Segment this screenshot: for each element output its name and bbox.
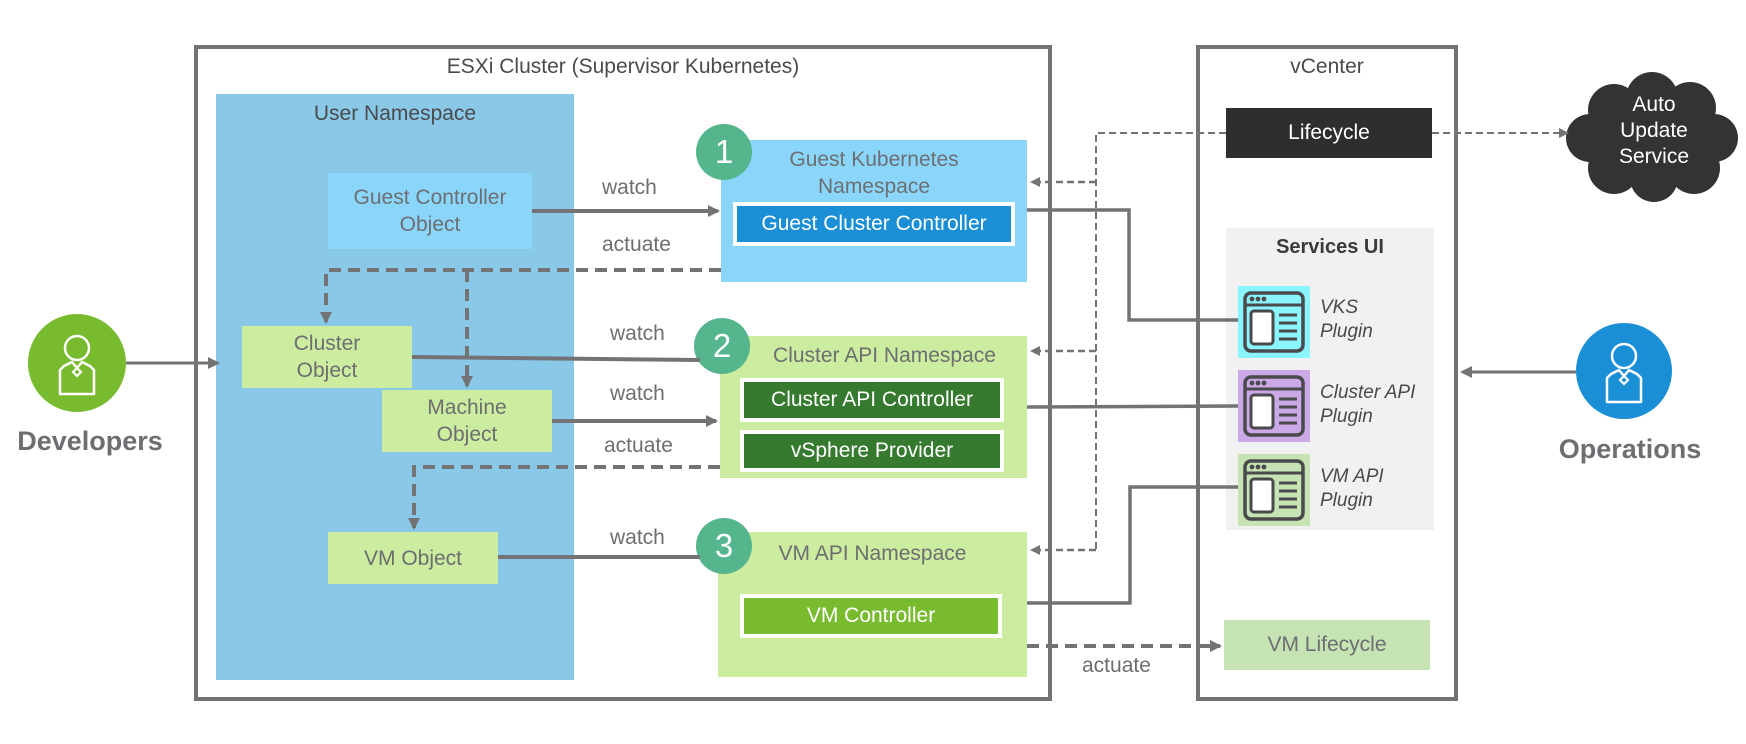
namespace-title-line: Namespace xyxy=(817,175,931,198)
developers-label: Developers xyxy=(17,426,163,456)
plugin-label-line: Cluster API xyxy=(1320,382,1416,403)
machine-object[interactable]: Machine Object xyxy=(382,390,552,452)
user-icon xyxy=(58,334,96,396)
lifecycle-box[interactable]: Lifecycle xyxy=(1226,108,1432,158)
plugin-label-vm-api: VM API Plugin xyxy=(1320,465,1384,513)
plugin-label-cluster-api: Cluster API Plugin xyxy=(1320,381,1415,429)
object-label-line: Object xyxy=(296,359,358,382)
services-ui-title: Services UI xyxy=(1276,236,1384,258)
guest-cluster-controller[interactable]: Guest Cluster Controller xyxy=(733,202,1015,246)
vsphere-provider[interactable]: vSphere Provider xyxy=(740,430,1004,472)
edge-label-watch: watch xyxy=(610,382,665,405)
cluster-api-controller[interactable]: Cluster API Controller xyxy=(740,378,1004,422)
guest-controller-object[interactable]: Guest Controller Object xyxy=(328,173,532,249)
plugin-label-line: Plugin xyxy=(1320,490,1373,511)
namespace-title: Cluster API Namespace xyxy=(773,344,996,367)
edge-label-watch: watch xyxy=(610,322,665,345)
plugin-label-line: Plugin xyxy=(1320,321,1373,342)
operations-label: Operations xyxy=(1558,434,1702,464)
object-label-line: Object xyxy=(399,213,461,236)
auto-update-service[interactable]: Auto Update Service xyxy=(1564,72,1744,202)
namespace-title-line: Guest Kubernetes xyxy=(789,148,959,171)
edge-label-actuate: actuate xyxy=(1082,654,1151,677)
edge-label-actuate: actuate xyxy=(602,233,671,256)
plugin-vm-api[interactable] xyxy=(1238,454,1310,526)
user-icon xyxy=(1605,342,1643,404)
object-label-line: Guest Controller xyxy=(353,186,507,209)
auto-update-service-label: Auto Update Service xyxy=(1564,92,1744,170)
object-label-line: Object xyxy=(436,423,498,446)
plugin-label-line: Plugin xyxy=(1320,406,1373,427)
cluster-object[interactable]: Cluster Object xyxy=(242,326,412,388)
namespace-title: VM API Namespace xyxy=(778,542,967,565)
step-badge-3: 3 xyxy=(696,518,752,574)
cloud-label-line: Auto xyxy=(1632,93,1676,116)
plugin-label-vks: VKS Plugin xyxy=(1320,296,1373,344)
plugin-label-line: VM API xyxy=(1320,466,1384,487)
browser-window-icon xyxy=(1243,375,1305,437)
browser-window-icon xyxy=(1243,291,1305,353)
edge-label-watch: watch xyxy=(610,526,665,549)
vm-object[interactable]: VM Object xyxy=(328,532,498,584)
operations-avatar[interactable] xyxy=(1576,323,1672,419)
esxi-cluster-title: ESXi Cluster (Supervisor Kubernetes) xyxy=(446,55,800,78)
namespace-title: Guest Kubernetes Namespace xyxy=(721,146,1027,200)
edge-label-actuate: actuate xyxy=(604,434,673,457)
cloud-label-line: Update xyxy=(1620,119,1688,142)
plugin-label-line: VKS xyxy=(1320,297,1359,318)
object-label-line: VM Object xyxy=(363,546,463,570)
developers-avatar[interactable] xyxy=(28,314,126,412)
browser-window-icon xyxy=(1243,459,1305,521)
step-badge-1: 1 xyxy=(696,124,752,180)
user-namespace-title: User Namespace xyxy=(313,102,477,125)
object-label-line: Cluster xyxy=(293,332,361,355)
cloud-label-line: Service xyxy=(1618,145,1690,168)
plugin-vks[interactable] xyxy=(1238,286,1310,358)
step-badge-2: 2 xyxy=(694,318,750,374)
plugin-cluster-api[interactable] xyxy=(1238,370,1310,442)
object-label-line: Machine xyxy=(427,396,507,419)
vcenter-title: vCenter xyxy=(1290,55,1364,78)
vm-controller[interactable]: VM Controller xyxy=(740,594,1002,638)
edge-label-watch: watch xyxy=(602,176,657,199)
vm-lifecycle-box[interactable]: VM Lifecycle xyxy=(1224,620,1430,670)
